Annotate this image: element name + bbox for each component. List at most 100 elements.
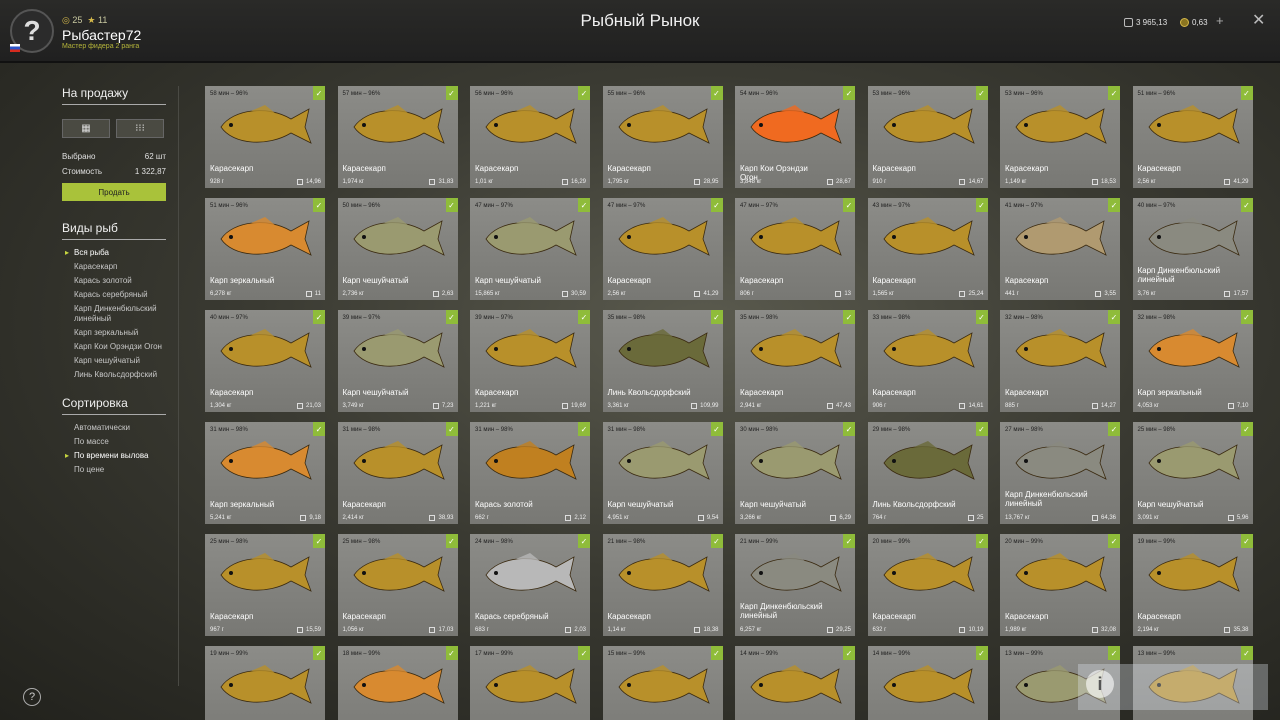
checkmark-icon[interactable]: ✓ xyxy=(313,534,325,548)
checkmark-icon[interactable]: ✓ xyxy=(578,646,590,660)
fish-card[interactable]: 47 мин – 97% ✓ Карп чешуйчатый 15,865 кг 30,… xyxy=(470,198,590,300)
checkmark-icon[interactable]: ✓ xyxy=(578,422,590,436)
species-filter-item[interactable]: Карасекарп xyxy=(62,262,166,272)
checkmark-icon[interactable]: ✓ xyxy=(710,422,723,436)
fish-card[interactable]: 31 мин – 98% ✓ Карась золотой 662 г 2,12 xyxy=(470,422,590,524)
fish-card[interactable]: 40 мин – 97% ✓ Карасекарп 1,304 кг 21,03 xyxy=(205,310,325,412)
species-filter-item[interactable]: Карась серебряный xyxy=(62,290,166,300)
species-filter-item[interactable]: Карп Динкенбюльский линейный xyxy=(62,304,166,324)
checkmark-icon[interactable]: ✓ xyxy=(975,198,988,212)
checkmark-icon[interactable]: ✓ xyxy=(578,198,590,212)
fish-card[interactable]: 47 мин – 97% ✓ Карасекарп 806 г 13 xyxy=(735,198,855,300)
checkmark-icon[interactable]: ✓ xyxy=(313,646,325,660)
fish-card[interactable]: 21 мин – 99% ✓ Карп Динкенбюльский линейны… xyxy=(735,534,855,636)
fish-card[interactable]: 29 мин – 98% ✓ Линь Квольсдорфский 764 г 25 xyxy=(867,422,988,524)
checkmark-icon[interactable]: ✓ xyxy=(445,646,458,660)
fish-card[interactable]: 31 мин – 98% ✓ Карасекарп 2,414 кг 38,93 xyxy=(337,422,458,524)
fish-card[interactable]: 27 мин – 98% ✓ Карп Динкенбюльский линейны… xyxy=(1000,422,1120,524)
fish-card[interactable]: 57 мин – 96% ✓ Карасекарп 1,974 кг 31,83 xyxy=(337,86,458,188)
fish-card[interactable]: 35 мин – 98% ✓ Карасекарп 2,941 кг 47,43 xyxy=(735,310,855,412)
fish-card[interactable]: 15 мин – 99% ✓ xyxy=(602,646,723,720)
checkmark-icon[interactable]: ✓ xyxy=(445,86,458,100)
fish-card[interactable]: 51 мин – 96% ✓ Карасекарп 2,56 кг 41,29 xyxy=(1132,86,1253,188)
checkmark-icon[interactable]: ✓ xyxy=(445,310,458,324)
species-filter-item[interactable]: Карась золотой xyxy=(62,276,166,286)
fish-card[interactable]: 41 мин – 97% ✓ Карасекарп 441 г 3,55 xyxy=(1000,198,1120,300)
checkmark-icon[interactable]: ✓ xyxy=(1108,646,1120,660)
checkmark-icon[interactable]: ✓ xyxy=(843,310,855,324)
fish-card[interactable]: 25 мин – 98% ✓ Карасекарп 967 г 15,59 xyxy=(205,534,325,636)
species-filter-item[interactable]: Карп зеркальный xyxy=(62,328,166,338)
fish-card[interactable]: 53 мин – 96% ✓ Карасекарп 910 г 14,67 xyxy=(867,86,988,188)
fish-card[interactable]: 32 мин – 98% ✓ Карасекарп 885 г 14,27 xyxy=(1000,310,1120,412)
sort-option[interactable]: По времени вылова xyxy=(62,451,166,461)
checkmark-icon[interactable]: ✓ xyxy=(1240,310,1253,324)
fish-card[interactable]: 54 мин – 96% ✓ Карп Кои Орэндзи Огон 3,848 … xyxy=(735,86,855,188)
species-filter-item[interactable]: Карп Кои Орэндзи Огон xyxy=(62,342,166,352)
fish-card[interactable]: 30 мин – 98% ✓ Карп чешуйчатый 3,266 кг 6,29 xyxy=(735,422,855,524)
sell-button[interactable]: Продать xyxy=(62,183,166,201)
checkmark-icon[interactable]: ✓ xyxy=(1108,198,1120,212)
species-filter-item[interactable]: Вся рыба xyxy=(62,248,166,258)
sort-option[interactable]: Автоматически xyxy=(62,423,166,433)
checkmark-icon[interactable]: ✓ xyxy=(710,310,723,324)
checkmark-icon[interactable]: ✓ xyxy=(975,534,988,548)
checkmark-icon[interactable]: ✓ xyxy=(1108,310,1120,324)
checkmark-icon[interactable]: ✓ xyxy=(843,534,855,548)
fish-card[interactable]: 14 мин – 99% ✓ xyxy=(735,646,855,720)
checkmark-icon[interactable]: ✓ xyxy=(1240,534,1253,548)
checkmark-icon[interactable]: ✓ xyxy=(1240,198,1253,212)
fish-card[interactable]: 39 мин – 97% ✓ Карп чешуйчатый 3,749 кг 7,23 xyxy=(337,310,458,412)
checkmark-icon[interactable]: ✓ xyxy=(578,86,590,100)
checkmark-icon[interactable]: ✓ xyxy=(843,86,855,100)
fish-card[interactable]: 20 мин – 99% ✓ Карасекарп 1,989 кг 32,08 xyxy=(1000,534,1120,636)
checkmark-icon[interactable]: ✓ xyxy=(975,86,988,100)
checkmark-icon[interactable]: ✓ xyxy=(710,646,723,660)
checkmark-icon[interactable]: ✓ xyxy=(1108,86,1120,100)
checkmark-icon[interactable]: ✓ xyxy=(313,310,325,324)
fish-card[interactable]: 24 мин – 98% ✓ Карась серебряный 683 г 2,03 xyxy=(470,534,590,636)
fish-card[interactable]: 32 мин – 98% ✓ Карп зеркальный 4,053 кг 7,10 xyxy=(1132,310,1253,412)
close-button[interactable]: ✕ xyxy=(1252,10,1265,30)
checkmark-icon[interactable]: ✓ xyxy=(445,534,458,548)
checkmark-icon[interactable]: ✓ xyxy=(578,534,590,548)
add-currency-button[interactable]: + xyxy=(1216,13,1224,28)
species-filter-item[interactable]: Линь Квольсдорфский xyxy=(62,370,166,380)
checkmark-icon[interactable]: ✓ xyxy=(975,310,988,324)
sort-option[interactable]: По цене xyxy=(62,465,166,475)
fish-card[interactable]: 43 мин – 97% ✓ Карасекарп 1,565 кг 25,24 xyxy=(867,198,988,300)
checkmark-icon[interactable]: ✓ xyxy=(1108,534,1120,548)
list-view-icon[interactable]: ⁝⁝⁝ xyxy=(116,119,164,138)
checkmark-icon[interactable]: ✓ xyxy=(445,198,458,212)
fish-card[interactable]: 25 мин – 98% ✓ Карп чешуйчатый 3,091 кг 5,96 xyxy=(1132,422,1253,524)
fish-card[interactable]: 53 мин – 96% ✓ Карасекарп 1,149 кг 18,53 xyxy=(1000,86,1120,188)
fish-card[interactable]: 21 мин – 98% ✓ Карасекарп 1,14 кг 18,38 xyxy=(602,534,723,636)
checkmark-icon[interactable]: ✓ xyxy=(578,310,590,324)
fish-card[interactable]: 31 мин – 98% ✓ Карп зеркальный 5,241 кг 9,18 xyxy=(205,422,325,524)
species-filter-item[interactable]: Карп чешуйчатый xyxy=(62,356,166,366)
fish-card[interactable]: 55 мин – 96% ✓ Карасекарп 1,795 кг 28,95 xyxy=(602,86,723,188)
checkmark-icon[interactable]: ✓ xyxy=(445,422,458,436)
info-icon[interactable]: i xyxy=(1086,670,1114,698)
checkmark-icon[interactable]: ✓ xyxy=(975,646,988,660)
grid-view-icon[interactable]: ▦ xyxy=(62,119,110,138)
checkmark-icon[interactable]: ✓ xyxy=(710,86,723,100)
checkmark-icon[interactable]: ✓ xyxy=(710,534,723,548)
fish-card[interactable]: 58 мин – 96% ✓ Карасекарп 928 г 14,96 xyxy=(205,86,325,188)
fish-card[interactable]: 47 мин – 97% ✓ Карасекарп 2,56 кг 41,29 xyxy=(602,198,723,300)
fish-card[interactable]: 35 мин – 98% ✓ Линь Квольсдорфский 3,361 кг… xyxy=(602,310,723,412)
sort-option[interactable]: По массе xyxy=(62,437,166,447)
checkmark-icon[interactable]: ✓ xyxy=(1240,86,1253,100)
checkmark-icon[interactable]: ✓ xyxy=(843,646,855,660)
help-button[interactable]: ? xyxy=(23,688,41,706)
checkmark-icon[interactable]: ✓ xyxy=(313,422,325,436)
fish-card[interactable]: 51 мин – 96% ✓ Карп зеркальный 6,278 кг 11 xyxy=(205,198,325,300)
fish-card[interactable]: 25 мин – 98% ✓ Карасекарп 1,056 кг 17,03 xyxy=(337,534,458,636)
fish-card[interactable]: 39 мин – 97% ✓ Карасекарп 1,221 кг 19,69 xyxy=(470,310,590,412)
checkmark-icon[interactable]: ✓ xyxy=(710,198,723,212)
fish-card[interactable]: 31 мин – 98% ✓ Карп чешуйчатый 4,951 кг 9,54 xyxy=(602,422,723,524)
checkmark-icon[interactable]: ✓ xyxy=(1240,646,1253,660)
checkmark-icon[interactable]: ✓ xyxy=(313,86,325,100)
fish-card[interactable]: 19 мин – 99% ✓ Карасекарп 2,194 кг 35,38 xyxy=(1132,534,1253,636)
fish-card[interactable]: 19 мин – 99% ✓ xyxy=(205,646,325,720)
